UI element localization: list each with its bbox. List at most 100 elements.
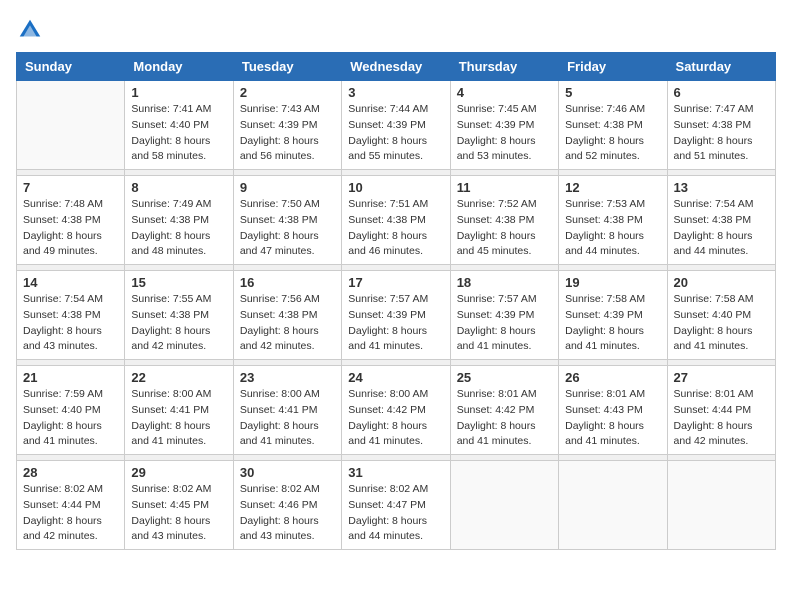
sunrise-text: Sunrise: 7:50 AM (240, 198, 320, 210)
calendar-cell: 2 Sunrise: 7:43 AM Sunset: 4:39 PM Dayli… (233, 81, 341, 170)
sunset-text: Sunset: 4:40 PM (674, 309, 752, 321)
daylight-text: Daylight: 8 hours and 42 minutes. (23, 515, 102, 543)
day-info: Sunrise: 8:02 AM Sunset: 4:44 PM Dayligh… (23, 482, 118, 545)
daylight-text: Daylight: 8 hours and 43 minutes. (240, 515, 319, 543)
sunset-text: Sunset: 4:38 PM (131, 214, 209, 226)
weekday-header-row: SundayMondayTuesdayWednesdayThursdayFrid… (17, 53, 776, 81)
calendar-cell: 24 Sunrise: 8:00 AM Sunset: 4:42 PM Dayl… (342, 366, 450, 455)
sunset-text: Sunset: 4:42 PM (457, 404, 535, 416)
day-info: Sunrise: 7:44 AM Sunset: 4:39 PM Dayligh… (348, 102, 443, 165)
calendar-cell: 30 Sunrise: 8:02 AM Sunset: 4:46 PM Dayl… (233, 461, 341, 550)
day-number: 13 (674, 180, 769, 195)
sunset-text: Sunset: 4:43 PM (565, 404, 643, 416)
daylight-text: Daylight: 8 hours and 58 minutes. (131, 135, 210, 163)
calendar-cell (17, 81, 125, 170)
day-number: 3 (348, 85, 443, 100)
day-info: Sunrise: 7:51 AM Sunset: 4:38 PM Dayligh… (348, 197, 443, 260)
daylight-text: Daylight: 8 hours and 47 minutes. (240, 230, 319, 258)
sunset-text: Sunset: 4:44 PM (674, 404, 752, 416)
calendar-cell: 15 Sunrise: 7:55 AM Sunset: 4:38 PM Dayl… (125, 271, 233, 360)
sunset-text: Sunset: 4:39 PM (348, 309, 426, 321)
sunset-text: Sunset: 4:38 PM (240, 214, 318, 226)
sunrise-text: Sunrise: 7:53 AM (565, 198, 645, 210)
day-number: 23 (240, 370, 335, 385)
day-number: 26 (565, 370, 660, 385)
sunrise-text: Sunrise: 7:45 AM (457, 103, 537, 115)
sunset-text: Sunset: 4:38 PM (565, 214, 643, 226)
calendar-cell: 6 Sunrise: 7:47 AM Sunset: 4:38 PM Dayli… (667, 81, 775, 170)
day-number: 29 (131, 465, 226, 480)
calendar-table: SundayMondayTuesdayWednesdayThursdayFrid… (16, 52, 776, 550)
sunrise-text: Sunrise: 8:01 AM (565, 388, 645, 400)
sunset-text: Sunset: 4:42 PM (348, 404, 426, 416)
calendar-cell: 7 Sunrise: 7:48 AM Sunset: 4:38 PM Dayli… (17, 176, 125, 265)
day-number: 7 (23, 180, 118, 195)
sunset-text: Sunset: 4:39 PM (457, 119, 535, 131)
calendar-cell: 29 Sunrise: 8:02 AM Sunset: 4:45 PM Dayl… (125, 461, 233, 550)
sunrise-text: Sunrise: 7:57 AM (457, 293, 537, 305)
day-info: Sunrise: 7:43 AM Sunset: 4:39 PM Dayligh… (240, 102, 335, 165)
day-number: 14 (23, 275, 118, 290)
sunset-text: Sunset: 4:46 PM (240, 499, 318, 511)
day-number: 18 (457, 275, 552, 290)
sunset-text: Sunset: 4:38 PM (674, 214, 752, 226)
calendar-cell: 25 Sunrise: 8:01 AM Sunset: 4:42 PM Dayl… (450, 366, 558, 455)
sunset-text: Sunset: 4:40 PM (23, 404, 101, 416)
day-info: Sunrise: 7:58 AM Sunset: 4:39 PM Dayligh… (565, 292, 660, 355)
day-number: 31 (348, 465, 443, 480)
day-info: Sunrise: 7:45 AM Sunset: 4:39 PM Dayligh… (457, 102, 552, 165)
day-number: 2 (240, 85, 335, 100)
sunset-text: Sunset: 4:38 PM (674, 119, 752, 131)
daylight-text: Daylight: 8 hours and 44 minutes. (348, 515, 427, 543)
daylight-text: Daylight: 8 hours and 44 minutes. (674, 230, 753, 258)
calendar-cell (667, 461, 775, 550)
sunrise-text: Sunrise: 8:02 AM (348, 483, 428, 495)
sunset-text: Sunset: 4:38 PM (348, 214, 426, 226)
day-info: Sunrise: 7:54 AM Sunset: 4:38 PM Dayligh… (674, 197, 769, 260)
sunrise-text: Sunrise: 8:02 AM (23, 483, 103, 495)
daylight-text: Daylight: 8 hours and 41 minutes. (457, 420, 536, 448)
daylight-text: Daylight: 8 hours and 51 minutes. (674, 135, 753, 163)
day-number: 19 (565, 275, 660, 290)
day-number: 24 (348, 370, 443, 385)
daylight-text: Daylight: 8 hours and 41 minutes. (240, 420, 319, 448)
sunset-text: Sunset: 4:38 PM (131, 309, 209, 321)
daylight-text: Daylight: 8 hours and 42 minutes. (131, 325, 210, 353)
calendar-cell (450, 461, 558, 550)
daylight-text: Daylight: 8 hours and 43 minutes. (131, 515, 210, 543)
day-info: Sunrise: 8:01 AM Sunset: 4:44 PM Dayligh… (674, 387, 769, 450)
sunrise-text: Sunrise: 7:52 AM (457, 198, 537, 210)
calendar-cell (559, 461, 667, 550)
sunset-text: Sunset: 4:44 PM (23, 499, 101, 511)
calendar-cell: 5 Sunrise: 7:46 AM Sunset: 4:38 PM Dayli… (559, 81, 667, 170)
day-info: Sunrise: 7:50 AM Sunset: 4:38 PM Dayligh… (240, 197, 335, 260)
sunset-text: Sunset: 4:38 PM (240, 309, 318, 321)
day-number: 11 (457, 180, 552, 195)
calendar-week-row: 21 Sunrise: 7:59 AM Sunset: 4:40 PM Dayl… (17, 366, 776, 455)
sunrise-text: Sunrise: 7:59 AM (23, 388, 103, 400)
calendar-week-row: 28 Sunrise: 8:02 AM Sunset: 4:44 PM Dayl… (17, 461, 776, 550)
day-info: Sunrise: 7:52 AM Sunset: 4:38 PM Dayligh… (457, 197, 552, 260)
sunset-text: Sunset: 4:41 PM (131, 404, 209, 416)
day-info: Sunrise: 7:54 AM Sunset: 4:38 PM Dayligh… (23, 292, 118, 355)
sunrise-text: Sunrise: 7:58 AM (674, 293, 754, 305)
day-info: Sunrise: 7:55 AM Sunset: 4:38 PM Dayligh… (131, 292, 226, 355)
daylight-text: Daylight: 8 hours and 42 minutes. (240, 325, 319, 353)
calendar-cell: 28 Sunrise: 8:02 AM Sunset: 4:44 PM Dayl… (17, 461, 125, 550)
day-number: 27 (674, 370, 769, 385)
calendar-cell: 14 Sunrise: 7:54 AM Sunset: 4:38 PM Dayl… (17, 271, 125, 360)
calendar-cell: 27 Sunrise: 8:01 AM Sunset: 4:44 PM Dayl… (667, 366, 775, 455)
sunset-text: Sunset: 4:39 PM (240, 119, 318, 131)
day-info: Sunrise: 7:59 AM Sunset: 4:40 PM Dayligh… (23, 387, 118, 450)
sunrise-text: Sunrise: 8:02 AM (131, 483, 211, 495)
day-number: 1 (131, 85, 226, 100)
logo-icon (16, 16, 44, 44)
sunrise-text: Sunrise: 7:48 AM (23, 198, 103, 210)
day-number: 5 (565, 85, 660, 100)
sunrise-text: Sunrise: 7:43 AM (240, 103, 320, 115)
weekday-header: Monday (125, 53, 233, 81)
calendar-week-row: 1 Sunrise: 7:41 AM Sunset: 4:40 PM Dayli… (17, 81, 776, 170)
page-header (16, 16, 776, 44)
daylight-text: Daylight: 8 hours and 41 minutes. (23, 420, 102, 448)
sunset-text: Sunset: 4:47 PM (348, 499, 426, 511)
